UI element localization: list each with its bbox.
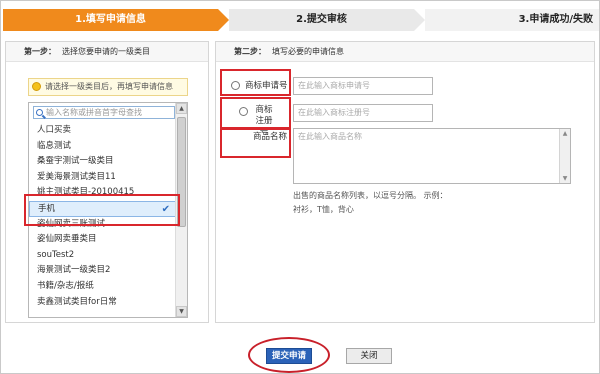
product-name-example: 衬衫，T恤，背心	[293, 205, 354, 214]
category-item[interactable]: 桑蚕宇测试一级类目	[29, 154, 177, 170]
step-result: 3.申请成功/失败	[425, 9, 599, 31]
step-two-text: 填写必要的申请信息	[272, 47, 344, 56]
scroll-up-icon[interactable]: ▲	[176, 103, 187, 114]
highlight-registration-number	[220, 97, 291, 129]
product-name-note: 出售的商品名称列表，以逗号分隔。 示例：	[293, 191, 448, 200]
category-hint-text: 请选择一级类目后，再填写申请信息	[45, 82, 173, 91]
category-panel: 第一步： 选择您要申请的一级类目 请选择一级类目后，再填写申请信息 输入名称或拼音…	[5, 41, 209, 323]
product-name-textarea[interactable]: 在此输入商品名称	[293, 128, 571, 184]
highlight-product-name	[220, 128, 291, 158]
trademark-registration-input[interactable]: 在此输入商标注册号	[293, 104, 433, 122]
category-item[interactable]: 书籍/杂志/报纸	[29, 279, 177, 295]
step-one-label: 第一步：	[24, 47, 56, 56]
step-two-label: 第二步：	[234, 47, 266, 56]
highlight-selected-category	[24, 194, 180, 226]
step-fill-info: 1.填写申请信息	[3, 9, 229, 31]
scroll-down-icon[interactable]: ▼	[176, 306, 187, 317]
trademark-application-input[interactable]: 在此输入商标申请号	[293, 77, 433, 95]
textarea-scroll-down-icon[interactable]: ▼	[560, 174, 570, 183]
category-item[interactable]: 爱美海景测试类目11	[29, 170, 177, 186]
category-panel-header: 第一步： 选择您要申请的一级类目	[6, 42, 208, 62]
category-item[interactable]: 姿仙网卖垂类目	[29, 232, 177, 248]
category-search-input[interactable]: 输入名称或拼音首字母查找	[33, 106, 175, 119]
textarea-scrollbar[interactable]: ▲ ▼	[559, 129, 570, 183]
close-button[interactable]: 关闭	[346, 348, 392, 364]
step-one-text: 选择您要申请的一级类目	[62, 47, 150, 56]
category-item[interactable]: 卖鑫测试类目for日常	[29, 295, 177, 311]
application-window: 1.填写申请信息 2.提交审核 3.申请成功/失败 第一步： 选择您要申请的一级类…	[0, 0, 600, 374]
submit-application-button[interactable]: 提交申请	[266, 348, 312, 364]
highlight-application-number	[220, 69, 291, 96]
category-item[interactable]: 海景测试一级类目2	[29, 263, 177, 279]
lightbulb-icon	[32, 82, 41, 91]
category-item[interactable]: 临息测试	[29, 139, 177, 155]
progress-steps: 1.填写申请信息 2.提交审核 3.申请成功/失败	[3, 9, 599, 31]
category-item[interactable]: souTest2	[29, 248, 177, 264]
step-submit-review: 2.提交审核	[229, 9, 425, 31]
textarea-scroll-up-icon[interactable]: ▲	[560, 129, 570, 138]
category-hint: 请选择一级类目后，再填写申请信息	[28, 78, 188, 96]
info-panel-header: 第二步： 填写必要的申请信息	[216, 42, 594, 62]
search-icon	[36, 109, 43, 116]
category-search-placeholder: 输入名称或拼音首字母查找	[46, 108, 142, 117]
category-item[interactable]: 人口买卖	[29, 123, 177, 139]
